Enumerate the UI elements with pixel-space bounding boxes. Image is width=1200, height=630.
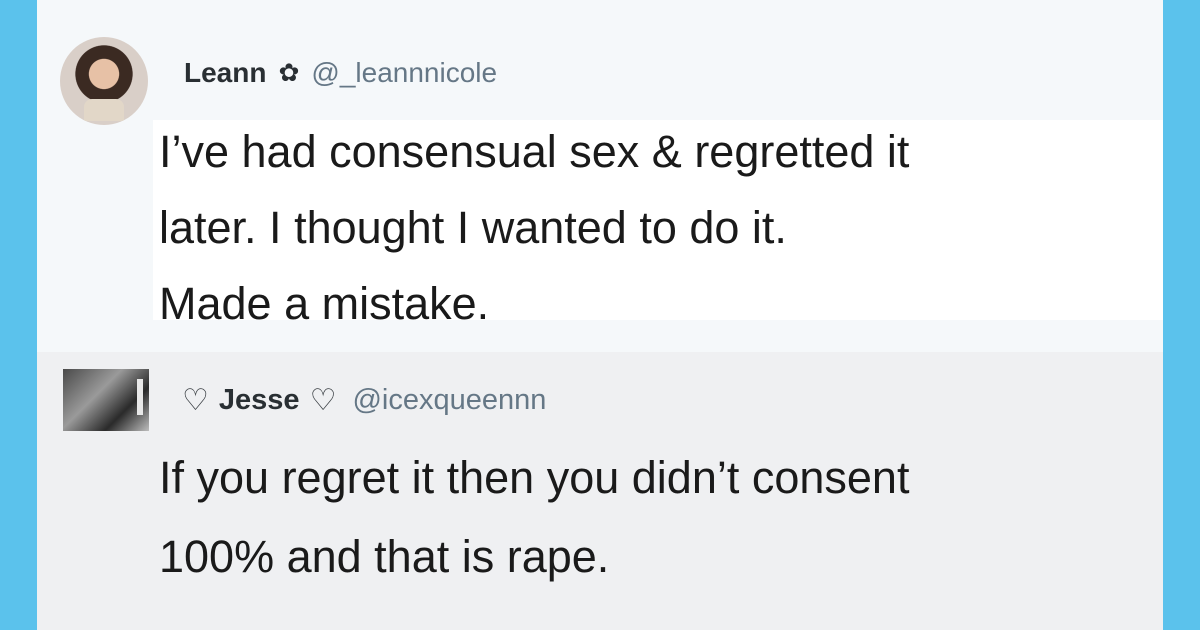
reply-author-row: ♡ Jesse ♡ @icexqueennn <box>182 382 546 418</box>
tweet-line: Made a mistake. <box>159 278 490 329</box>
heart-outline-icon: ♡ <box>182 383 209 417</box>
flower-icon: ✿ <box>278 59 300 87</box>
tweet-body: I’ve had consensual sex & regretted it l… <box>159 114 1139 342</box>
screenshot-panel: Leann ✿ @_leannnicole I’ve had consensua… <box>37 0 1163 630</box>
reply-author-name[interactable]: Jesse <box>219 384 300 417</box>
reply-author-handle[interactable]: @icexqueennn <box>352 384 546 417</box>
reply-body: If you regret it then you didn’t consent… <box>159 438 1149 596</box>
tweet-author-row: Leann ✿ @_leannnicole <box>184 56 497 90</box>
tweet-line: later. I thought I wanted to do it. <box>159 202 787 253</box>
reply-line: 100% and that is rape. <box>159 531 610 582</box>
heart-outline-icon: ♡ <box>309 383 337 417</box>
author-handle[interactable]: @_leannnicole <box>311 57 497 89</box>
reply-line: If you regret it then you didn’t consent <box>159 452 910 503</box>
avatar[interactable] <box>60 37 148 125</box>
reply-avatar[interactable] <box>63 369 149 431</box>
tweet-line: I’ve had consensual sex & regretted it <box>159 126 910 177</box>
author-name[interactable]: Leann <box>184 57 266 89</box>
